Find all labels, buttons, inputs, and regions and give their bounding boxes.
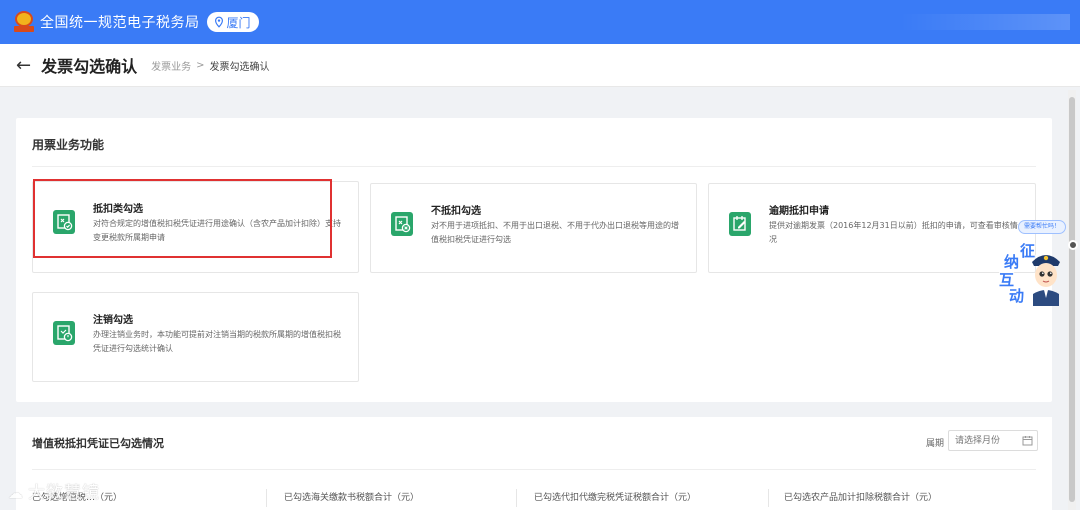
ticket-cross-icon — [391, 212, 413, 236]
card-title: 不抵扣勾选 — [431, 206, 481, 217]
cancel-power-icon — [53, 321, 75, 345]
calendar-icon[interactable] — [1022, 435, 1033, 446]
breadcrumb-current: 发票勾选确认 — [209, 61, 270, 73]
city-label: 厦门 — [226, 15, 251, 30]
card-title: 逾期抵扣申请 — [769, 206, 829, 217]
stat-customs-payment: 已勾选海关缴款书税额合计（元） — [284, 493, 420, 503]
stat-divider — [768, 489, 769, 507]
stat-divider — [516, 489, 517, 507]
card-description: 对符合规定的增值税扣税凭证进行用途确认（含农产品加计扣除）支持变更税款所属期申请 — [93, 219, 341, 242]
period-label: 属期 — [926, 439, 945, 449]
summary-title: 增值税抵扣凭证已勾选情况 — [32, 437, 164, 450]
summary-panel: 增值税抵扣凭证已勾选情况 属期 已勾选增值税…（元） 已勾选海关缴款书税额合计（… — [16, 417, 1052, 510]
card-overdue-deduction-application[interactable]: 逾期抵扣申请 提供对逾期发票（2016年12月31日以前）抵扣的申请，可查看审核… — [708, 183, 1036, 273]
card-description: 对不用于进项抵扣、不用于出口退税、不用于代办出口退税等用途的增值税扣税凭证进行勾… — [431, 221, 679, 244]
card-description: 办理注销业务时，本功能可提前对注销当期的税款所属期的增值税扣税凭证进行勾选统计确… — [93, 330, 341, 353]
stat-divider — [266, 489, 267, 507]
stat-withholding-tax: 已勾选代扣代缴完税凭证税额合计（元） — [534, 493, 697, 503]
check-ticket-icon — [53, 210, 75, 234]
card-non-deductible-selection[interactable]: 不抵扣勾选 对不用于进项抵扣、不用于出口退税、不用于代办出口退税等用途的增值税扣… — [370, 183, 697, 273]
page-header: ← 发票勾选确认 发票业务 > 发票勾选确认 — [0, 44, 1080, 87]
breadcrumb-parent[interactable]: 发票业务 — [151, 58, 191, 73]
assistant-bubble[interactable]: 需要帮忙吗！ — [1018, 220, 1066, 234]
card-title: 注销勾选 — [93, 315, 133, 326]
divider — [32, 166, 1036, 167]
assistant-widget[interactable]: 征 纳 互 动 — [998, 238, 1070, 308]
functions-title: 用票业务功能 — [32, 138, 105, 152]
arrow-left-icon[interactable]: ← — [16, 55, 31, 76]
divider — [32, 469, 1036, 470]
card-description: 提供对逾期发票（2016年12月31日以前）抵扣的申请，可查看审核情况 — [769, 221, 1018, 244]
city-selector[interactable]: 厦门 — [206, 12, 259, 32]
card-title: 抵扣类勾选 — [93, 204, 143, 215]
page-title: 发票勾选确认 — [41, 57, 138, 76]
card-deductible-selection[interactable]: 抵扣类勾选 对符合规定的增值税扣税凭证进行用途确认（含农产品加计扣除）支持变更税… — [32, 181, 359, 273]
watermark: ☁ 大数慧镜 — [8, 478, 100, 503]
assistant-char: 动 — [1009, 287, 1025, 305]
top-bar: 全国统一规范电子税务局 厦门 — [0, 0, 1080, 44]
functions-panel: 用票业务功能 抵扣类勾选 对符合规定的增值税扣税凭证进行用途确认（含农产品加计扣… — [16, 118, 1052, 402]
breadcrumb-separator: > — [196, 59, 205, 71]
tax-emblem-icon — [14, 11, 34, 33]
assistant-char: 征 — [1020, 242, 1036, 260]
watermark-text: 大数慧镜 — [28, 483, 100, 503]
brand-title: 全国统一规范电子税务局 — [40, 15, 200, 31]
header-decoration — [900, 14, 1070, 30]
stat-agricultural-deduction: 已勾选农产品加计扣除税额合计（元） — [784, 493, 938, 503]
card-cancellation-selection[interactable]: 注销勾选 办理注销业务时，本功能可提前对注销当期的税款所属期的增值税扣税凭证进行… — [32, 292, 359, 382]
location-pin-icon — [214, 16, 223, 28]
overdue-edit-icon — [729, 212, 751, 236]
assistant-toggle-dot[interactable] — [1068, 240, 1078, 250]
watermark-logo-icon: ☁ — [8, 484, 24, 502]
